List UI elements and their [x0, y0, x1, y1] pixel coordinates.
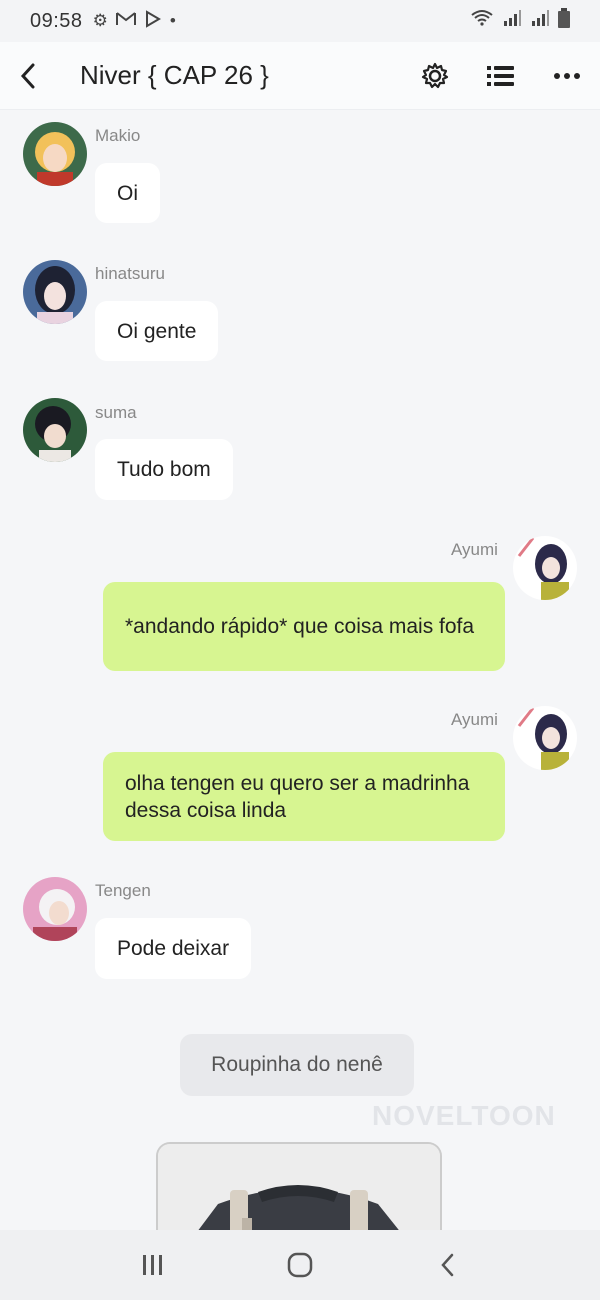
- wifi-icon: [470, 9, 494, 33]
- system-navigation-bar: [0, 1230, 600, 1300]
- sender-name: Ayumi: [451, 710, 498, 729]
- avatar-ayumi[interactable]: [513, 536, 577, 600]
- message-bubble-mine[interactable]: olha tengen eu quero ser a madrinha dess…: [103, 752, 505, 841]
- sender-name: Tengen: [95, 881, 151, 900]
- sender-name: Makio: [95, 126, 141, 145]
- status-left-icons: ⚙ •: [92, 9, 176, 33]
- narration-bubble[interactable]: Roupinha do nenê: [180, 1034, 414, 1096]
- back-button[interactable]: [0, 42, 56, 110]
- list-icon: [487, 65, 514, 86]
- battery-icon: [558, 8, 570, 34]
- status-time: 09:58: [30, 9, 83, 32]
- gmail-icon: [115, 11, 136, 32]
- system-back-button[interactable]: [417, 1235, 477, 1295]
- chat-header: Niver { CAP 26 }: [0, 42, 600, 110]
- avatar-tengen[interactable]: [23, 877, 87, 941]
- sender-name: Ayumi: [451, 540, 498, 559]
- status-right-icons: [470, 8, 570, 34]
- message-bubble[interactable]: Tudo bom: [95, 439, 233, 500]
- settings-notification-icon: ⚙: [92, 11, 108, 30]
- avatar-hinatsuru[interactable]: [23, 260, 87, 324]
- signal-icon-2: [530, 9, 550, 33]
- recent-apps-icon: [143, 1255, 163, 1275]
- chevron-left-icon: [20, 63, 35, 88]
- watermark-logo: NOVELTOON: [372, 1100, 556, 1131]
- image-message[interactable]: [156, 1142, 442, 1230]
- avatar-makio[interactable]: [23, 122, 87, 186]
- message-bubble-mine[interactable]: *andando rápido* que coisa mais fofa: [103, 582, 505, 671]
- chat-messages[interactable]: Makio Oi hinatsuru Oi gente suma Tudo bo…: [0, 110, 600, 1230]
- avatar-ayumi[interactable]: [513, 706, 577, 770]
- chevron-left-icon: [440, 1253, 453, 1277]
- message-bubble[interactable]: Oi gente: [95, 301, 219, 361]
- more-notifications-dot-icon: •: [169, 11, 176, 30]
- recent-apps-button[interactable]: [123, 1235, 183, 1295]
- more-horizontal-icon: [554, 72, 580, 79]
- status-bar: 09:58 ⚙ •: [0, 0, 600, 42]
- page-title: Niver { CAP 26 }: [80, 60, 269, 90]
- chapter-list-button[interactable]: [468, 42, 534, 110]
- more-options-button[interactable]: [534, 42, 600, 110]
- play-store-icon: [144, 9, 162, 33]
- settings-button[interactable]: [402, 42, 468, 110]
- home-icon: [287, 1252, 313, 1278]
- gear-icon: [421, 62, 449, 88]
- avatar-suma[interactable]: [23, 398, 87, 462]
- message-bubble[interactable]: Oi: [95, 163, 160, 223]
- baby-clothes-image: [158, 1144, 440, 1230]
- signal-icon-1: [502, 9, 522, 33]
- sender-name: hinatsuru: [95, 264, 165, 283]
- home-button[interactable]: [270, 1235, 330, 1295]
- message-bubble[interactable]: Pode deixar: [95, 918, 252, 979]
- sender-name: suma: [95, 403, 137, 422]
